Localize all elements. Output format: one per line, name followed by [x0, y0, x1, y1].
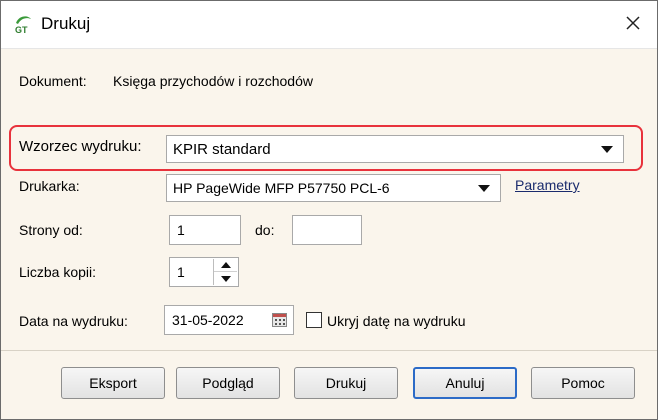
template-select[interactable]: KPIR standard — [166, 135, 624, 163]
copies-label: Liczba kopii: — [19, 264, 97, 280]
cancel-button[interactable]: Anuluj — [413, 367, 517, 399]
template-select-value: KPIR standard — [173, 141, 271, 158]
copies-stepper[interactable]: 1 — [169, 257, 239, 287]
svg-text:GT: GT — [15, 25, 28, 35]
export-button[interactable]: Eksport — [61, 367, 165, 399]
preview-button[interactable]: Podgląd — [176, 367, 280, 399]
increment-button[interactable] — [214, 259, 237, 272]
chevron-down-icon — [601, 146, 613, 153]
pages-to-label: do: — [255, 222, 275, 238]
decrement-button[interactable] — [214, 272, 237, 285]
printer-select[interactable]: HP PageWide MFP P57750 PCL-6 — [166, 174, 501, 202]
pages-to-input[interactable] — [292, 215, 362, 245]
arrow-down-icon — [220, 275, 231, 282]
print-date-value: 31-05-2022 — [172, 312, 244, 328]
window-title: Drukuj — [41, 14, 91, 33]
parameters-link[interactable]: Parametry — [515, 177, 580, 193]
print-button[interactable]: Drukuj — [294, 367, 398, 399]
document-value: Księga przychodów i rozchodów — [113, 73, 313, 89]
pages-from-label: Strony od: — [19, 222, 83, 238]
help-button[interactable]: Pomoc — [531, 367, 635, 399]
calendar-icon[interactable] — [272, 313, 287, 327]
printer-label: Drukarka: — [19, 178, 80, 194]
printer-select-value: HP PageWide MFP P57750 PCL-6 — [173, 180, 390, 196]
print-date-input[interactable]: 31-05-2022 — [164, 305, 294, 335]
pages-from-input[interactable]: 1 — [169, 215, 241, 245]
gt-logo-icon: GT — [13, 13, 33, 35]
title-bar: GT Drukuj — [1, 1, 657, 49]
document-label: Dokument: — [19, 73, 87, 89]
close-button[interactable] — [619, 11, 647, 37]
chevron-down-icon — [478, 185, 490, 192]
template-label: Wzorzec wydruku: — [19, 138, 142, 155]
close-icon — [625, 15, 641, 34]
print-date-label: Data na wydruku: — [19, 313, 128, 329]
pages-from-value: 1 — [177, 222, 185, 238]
copies-spinner — [213, 259, 237, 285]
copies-value: 1 — [177, 264, 185, 280]
hide-date-label: Ukryj datę na wydruku — [327, 313, 466, 329]
arrow-up-icon — [220, 262, 231, 268]
print-dialog: GT Drukuj Dokument: Księga przychodów i … — [0, 0, 658, 420]
hide-date-checkbox[interactable] — [306, 312, 322, 328]
divider — [1, 350, 657, 351]
